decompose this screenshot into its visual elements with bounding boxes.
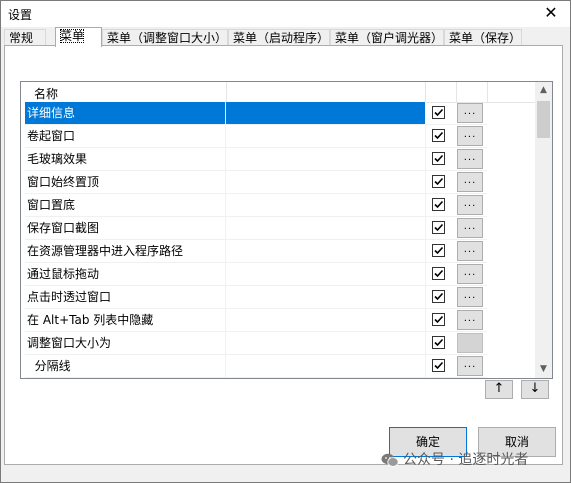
tab-menu[interactable]: 菜单 <box>55 27 102 47</box>
enabled-checkbox[interactable] <box>432 313 445 326</box>
check-icon <box>434 108 444 117</box>
check-icon <box>434 269 444 278</box>
watermark-text: 公众号 · 追逐时光者 <box>403 452 529 468</box>
list-item-blank-cell <box>226 332 426 354</box>
list-header: 名称 <box>25 82 535 103</box>
list-item-blank-cell <box>226 148 426 170</box>
more-options-button[interactable]: ... <box>457 149 483 169</box>
enabled-checkbox[interactable] <box>432 244 445 257</box>
enabled-checkbox[interactable] <box>432 290 445 303</box>
tab-menu-resize[interactable]: 菜单（调整窗口大小） <box>102 29 228 46</box>
list-item[interactable]: 点击时透过窗口... <box>25 286 487 309</box>
list-item-blank-cell <box>226 286 426 308</box>
settings-dialog: 设置 ✕ 常规 菜单 菜单（调整窗口大小） 菜单（启动程序） 菜单（窗户调光器）… <box>0 0 571 483</box>
list-item[interactable]: 分隔线... <box>25 355 487 378</box>
scroll-up-icon[interactable]: ▲ <box>535 82 552 99</box>
list-item-blank-cell <box>226 263 426 285</box>
list-item-blank-cell <box>226 102 426 124</box>
list-item-label: 窗口始终置顶 <box>25 171 226 193</box>
check-icon <box>434 154 444 163</box>
menu-items-list[interactable]: 名称 详细信息... 卷起窗口... 毛玻璃效果... 窗口始终置顶... 窗口置底..… <box>20 81 553 379</box>
check-icon <box>434 315 444 324</box>
column-header-name[interactable]: 名称 <box>25 82 227 102</box>
more-options-button[interactable]: ... <box>457 264 483 284</box>
enabled-checkbox[interactable] <box>432 198 445 211</box>
more-options-button[interactable]: ... <box>457 287 483 307</box>
tab-menu-save[interactable]: 菜单（保存） <box>444 29 522 46</box>
enabled-checkbox[interactable] <box>432 359 445 372</box>
enabled-checkbox[interactable] <box>432 129 445 142</box>
more-options-button[interactable]: ... <box>457 218 483 238</box>
enabled-checkbox[interactable] <box>432 267 445 280</box>
window-title: 设置 <box>8 8 33 22</box>
close-icon[interactable]: ✕ <box>540 3 562 25</box>
tab-strip: 常规 菜单 菜单（调整窗口大小） 菜单（启动程序） 菜单（窗户调光器） 菜单（保… <box>4 27 564 47</box>
enabled-checkbox[interactable] <box>432 152 445 165</box>
check-icon <box>434 223 444 232</box>
column-header-check <box>426 82 457 102</box>
vertical-scrollbar[interactable]: ▲ ▼ <box>535 82 552 378</box>
list-item-label: 分隔线 <box>25 355 226 377</box>
list-item-label: 在资源管理器中进入程序路径 <box>25 240 226 262</box>
list-item[interactable]: 卷起窗口... <box>25 125 487 148</box>
list-item-blank-cell <box>226 171 426 193</box>
check-icon <box>434 177 444 186</box>
tab-panel: 名称 详细信息... 卷起窗口... 毛玻璃效果... 窗口始终置顶... 窗口置底..… <box>4 45 563 465</box>
enabled-checkbox[interactable] <box>432 336 445 349</box>
list-item-blank-cell <box>226 240 426 262</box>
enabled-checkbox[interactable] <box>432 175 445 188</box>
check-icon <box>434 131 444 140</box>
move-down-button[interactable]: ↓ <box>521 380 549 399</box>
list-item-label: 详细信息 <box>25 102 226 124</box>
list-item-label: 点击时透过窗口 <box>25 286 226 308</box>
list-item[interactable]: 毛玻璃效果... <box>25 148 487 171</box>
enabled-checkbox[interactable] <box>432 221 445 234</box>
list-item-blank-cell <box>226 194 426 216</box>
list-item[interactable]: 在 Alt+Tab 列表中隐藏... <box>25 309 487 332</box>
list-item-label: 调整窗口大小为 <box>25 332 226 354</box>
more-options-button[interactable]: ... <box>457 356 483 376</box>
list-item[interactable]: 窗口置底... <box>25 194 487 217</box>
list-item[interactable]: 通过鼠标拖动... <box>25 263 487 286</box>
list-item-label: 卷起窗口 <box>25 125 226 147</box>
check-icon <box>434 292 444 301</box>
list-item-blank-cell <box>226 355 426 377</box>
list-item-blank-cell <box>226 309 426 331</box>
more-options-button[interactable]: ... <box>457 333 483 353</box>
scroll-thumb[interactable] <box>537 101 550 138</box>
check-icon <box>434 338 444 347</box>
more-options-button[interactable]: ... <box>457 172 483 192</box>
tab-general[interactable]: 常规 <box>4 29 46 46</box>
move-up-button[interactable]: ↑ <box>485 380 513 399</box>
list-item-blank-cell <box>226 217 426 239</box>
tab-menu-launch[interactable]: 菜单（启动程序） <box>228 29 330 46</box>
list-item-label: 通过鼠标拖动 <box>25 263 226 285</box>
list-item[interactable]: 窗口始终置顶... <box>25 171 487 194</box>
title-bar: 设置 ✕ <box>1 1 570 27</box>
list-item-label: 在 Alt+Tab 列表中隐藏 <box>25 309 226 331</box>
more-options-button[interactable]: ... <box>457 310 483 330</box>
list-item[interactable]: 详细信息... <box>25 102 487 125</box>
list-item[interactable]: 保存窗口截图... <box>25 217 487 240</box>
tab-menu-dimmer[interactable]: 菜单（窗户调光器） <box>330 29 444 46</box>
more-options-button[interactable]: ... <box>457 241 483 261</box>
column-header-blank <box>227 82 426 102</box>
list-item-label: 窗口置底 <box>25 194 226 216</box>
list-item-blank-cell <box>226 125 426 147</box>
check-icon <box>434 200 444 209</box>
more-options-button[interactable]: ... <box>457 126 483 146</box>
check-icon <box>434 361 444 370</box>
wechat-icon <box>381 453 399 467</box>
list-item[interactable]: 调整窗口大小为... <box>25 332 487 355</box>
scroll-down-icon[interactable]: ▼ <box>535 361 552 378</box>
list-item[interactable]: 在资源管理器中进入程序路径... <box>25 240 487 263</box>
column-header-action <box>457 82 488 102</box>
more-options-button[interactable]: ... <box>457 195 483 215</box>
list-item-label: 保存窗口截图 <box>25 217 226 239</box>
enabled-checkbox[interactable] <box>432 106 445 119</box>
more-options-button[interactable]: ... <box>457 103 483 123</box>
list-item-label: 毛玻璃效果 <box>25 148 226 170</box>
check-icon <box>434 246 444 255</box>
